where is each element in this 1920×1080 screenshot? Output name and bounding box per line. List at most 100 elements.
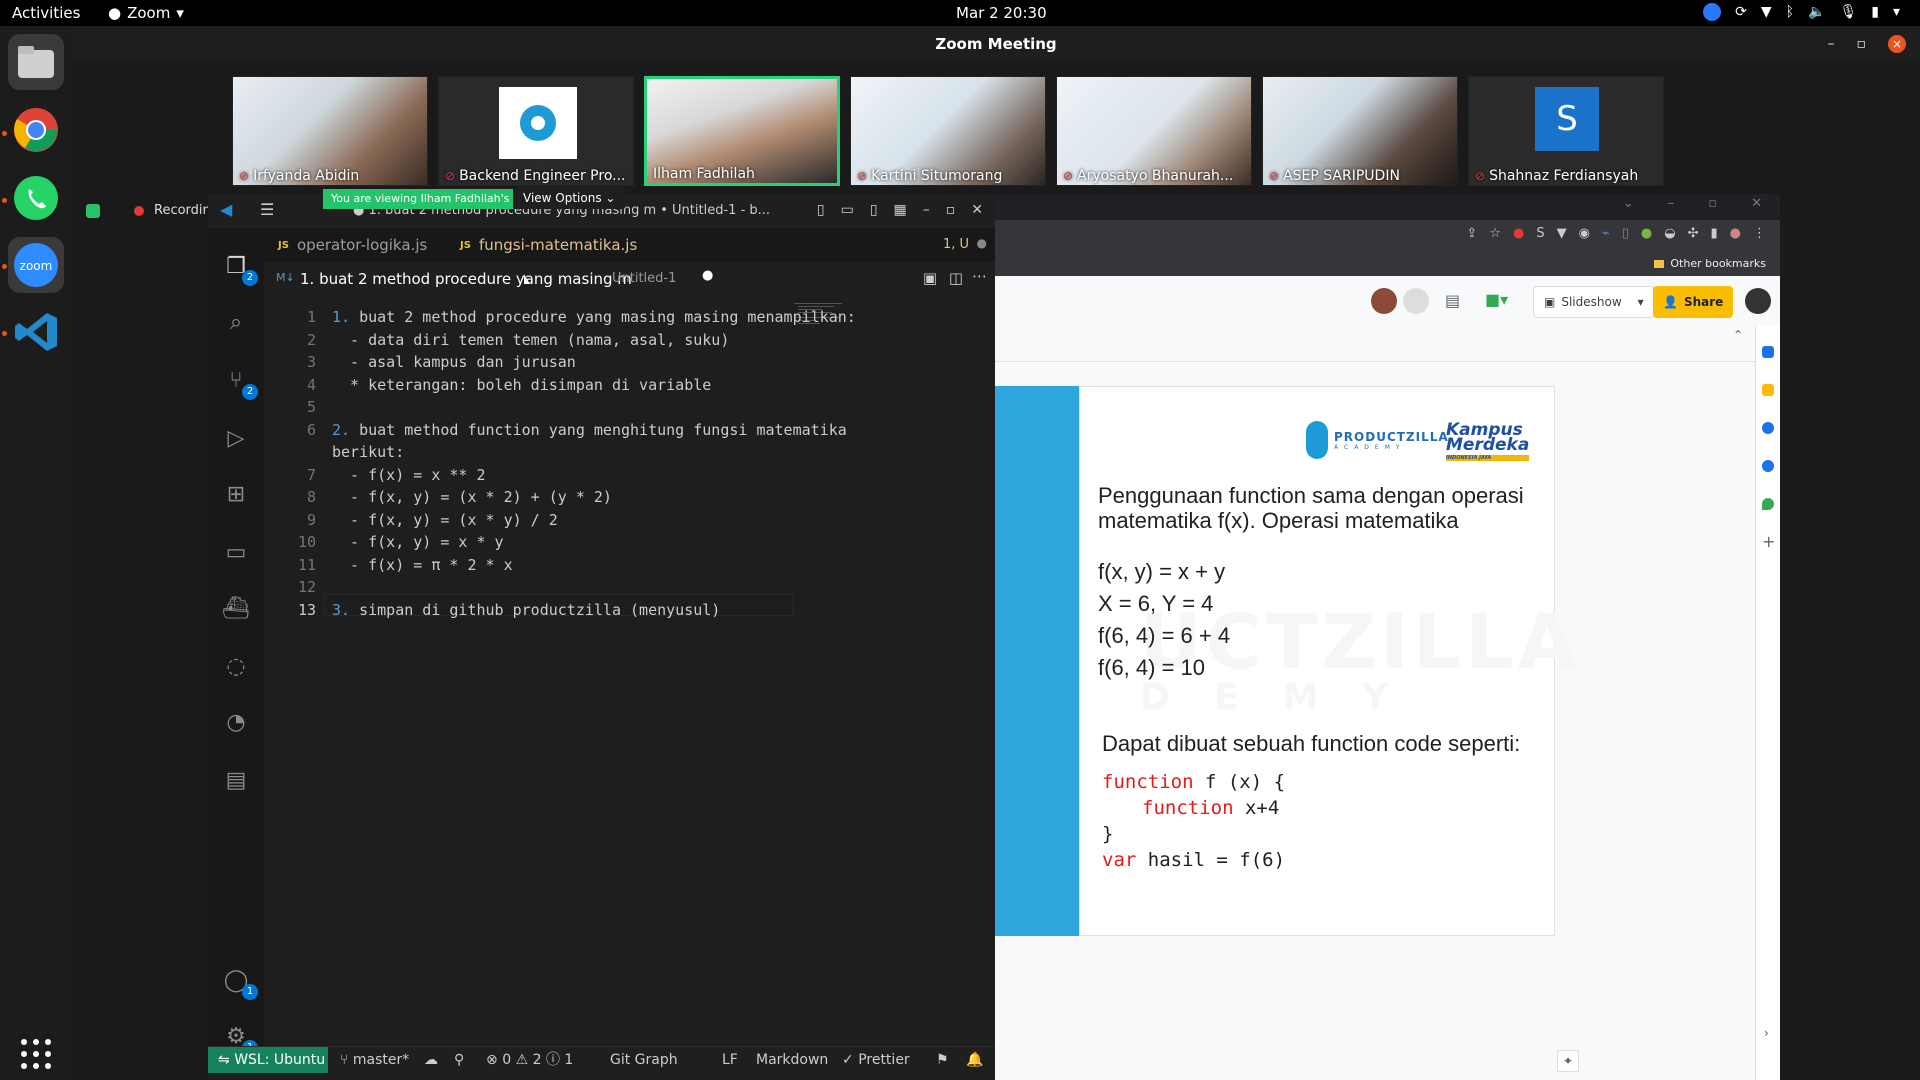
expand-panel-icon[interactable]: ›	[1764, 1026, 1769, 1040]
system-tray[interactable]: ⟳ ▼ ᛒ 🔈 🎙 ▮ ▾	[1703, 3, 1900, 21]
code-line[interactable]: 4 * keterangan: boleh disimpan di variab…	[264, 374, 964, 396]
account-avatar[interactable]	[1745, 288, 1771, 314]
code-line[interactable]: 8 - f(x, y) = (x * 2) + (y * 2)	[264, 486, 964, 508]
battery-icon[interactable]: ▮	[1871, 4, 1879, 20]
extensions-puzzle-icon[interactable]: ✣	[1688, 226, 1699, 241]
participant-tile[interactable]: ⊘ ASEP SARIPUDIN	[1262, 76, 1458, 186]
maps-icon[interactable]	[1762, 498, 1774, 510]
participant-tile[interactable]: S ⊘ Shahnaz Ferdiansyah	[1468, 76, 1664, 186]
clock[interactable]: Mar 2 20:30	[956, 4, 1047, 22]
avatar[interactable]	[1371, 288, 1397, 314]
tasks-icon[interactable]	[1762, 422, 1774, 434]
calendar-icon[interactable]	[1762, 346, 1774, 358]
recording-indicator[interactable]: Recording	[86, 203, 219, 218]
code-line[interactable]: berikut:	[264, 441, 964, 463]
extension-icon[interactable]: ⌁	[1602, 226, 1610, 241]
code-line[interactable]: 9 - f(x, y) = (x * y) / 2	[264, 509, 964, 531]
chrome-icon[interactable]	[8, 102, 64, 158]
add-addon-icon[interactable]: +	[1762, 532, 1775, 551]
extension-icon[interactable]: ▯	[1622, 226, 1629, 241]
sync-icon[interactable]: ⟳	[1735, 4, 1747, 20]
maximize-icon[interactable]: ▫	[1708, 196, 1717, 211]
docker-icon[interactable]: ⛴	[222, 594, 250, 622]
code-line[interactable]: 2 - data diri temen temen (nama, asal, s…	[264, 329, 964, 351]
extensions-icon[interactable]: ⊞	[222, 480, 250, 508]
source-control-icon[interactable]: ⑂ 2	[222, 366, 258, 400]
participant-tile-active-speaker[interactable]: Ilham Fadhilah	[644, 76, 840, 186]
code-line[interactable]: 1 1. buat 2 method procedure yang masing …	[264, 306, 964, 328]
live-share-status-icon[interactable]: ⚲	[454, 1047, 464, 1073]
extension-icon[interactable]: ◒	[1664, 226, 1675, 241]
extension-icon[interactable]: S	[1536, 226, 1544, 241]
close-icon[interactable]: ✕	[1751, 196, 1762, 211]
search-icon[interactable]: ⌕	[222, 308, 250, 336]
slide[interactable]: UCTZILLA DEMY PRODUCTZILLA ACADEMY Kampu…	[1079, 386, 1576, 936]
code-line[interactable]: 7 - f(x) = x ** 2	[264, 464, 964, 486]
profile-avatar[interactable]: ●	[1730, 226, 1741, 241]
participant-tile[interactable]: ⊘ Irfyanda Abidin	[232, 76, 428, 186]
maximize-icon[interactable]: ▫	[1857, 26, 1867, 62]
problems-indicator[interactable]: ⊗ 0 ⚠ 2 ⓘ 1	[486, 1047, 573, 1073]
feedback-icon[interactable]: ⚑	[936, 1047, 949, 1073]
bookmark-star-icon[interactable]: ☆	[1489, 226, 1501, 241]
notifications-bell-icon[interactable]: 🔔	[966, 1047, 983, 1073]
participant-tile[interactable]: ⊘ Aryosatyo Bhanurah...	[1056, 76, 1252, 186]
toggle-secondary-sidebar-icon[interactable]: ▯	[870, 202, 878, 218]
share-button[interactable]: 👤 Share	[1653, 286, 1734, 318]
eol-indicator[interactable]: LF	[722, 1047, 738, 1073]
extension-icon[interactable]: ◉	[1579, 226, 1590, 241]
run-debug-icon[interactable]: ▷	[222, 424, 250, 452]
notebook-icon[interactable]: ▤	[222, 766, 250, 794]
toggle-panel-icon[interactable]: ▭	[841, 202, 854, 218]
collaborator-avatars[interactable]	[1371, 288, 1429, 314]
code-editor[interactable]: 1 1. buat 2 method procedure yang masing …	[264, 302, 1051, 1046]
slideshow-button[interactable]: ▣ Slideshow ▾	[1533, 286, 1655, 318]
code-line[interactable]: 6 2. buat method function yang menghitung…	[264, 419, 964, 441]
more-actions-icon[interactable]: ⋯	[972, 267, 987, 285]
close-icon[interactable]: ✕	[971, 202, 983, 218]
zoom-dock-icon[interactable]: zoom	[8, 237, 64, 293]
security-shield-icon[interactable]	[86, 203, 100, 218]
code-line[interactable]: 12	[264, 576, 964, 598]
explore-icon[interactable]: ✦	[1557, 1050, 1579, 1072]
avatar[interactable]	[1403, 288, 1429, 314]
remote-indicator[interactable]: ⇋ WSL: Ubuntu	[208, 1047, 328, 1073]
view-options-button[interactable]: View Options ⌄	[513, 187, 626, 209]
sync-icon[interactable]: ☁	[424, 1047, 438, 1073]
meet-icon[interactable]: ■▾	[1485, 290, 1508, 309]
minimize-icon[interactable]: –	[1828, 26, 1835, 62]
activities-button[interactable]: Activities	[12, 4, 80, 22]
live-share-icon[interactable]: ◌	[222, 652, 250, 680]
maximize-icon[interactable]: ▫	[946, 202, 956, 218]
other-bookmarks[interactable]: Other bookmarks	[1654, 257, 1766, 270]
customize-layout-icon[interactable]: ▦	[894, 202, 907, 218]
participant-tile[interactable]: ⊘ Kartini Situmorang	[850, 76, 1046, 186]
bluetooth-icon[interactable]: ᛒ	[1786, 4, 1794, 20]
more-menu-icon[interactable]: ⋮	[1753, 226, 1766, 241]
extension-icon[interactable]: ●	[1641, 226, 1652, 241]
prettier-status[interactable]: ✓ Prettier	[842, 1047, 910, 1073]
tab-operator-logika[interactable]: JS operator-logika.js	[264, 228, 441, 262]
tab-search-icon[interactable]: ⌄	[1623, 196, 1634, 211]
side-panel-icon[interactable]: ▮	[1711, 226, 1718, 241]
minimize-icon[interactable]: –	[1668, 196, 1675, 211]
editor-tab-active[interactable]: M↓ 1. buat 2 method procedure yang masin…	[264, 262, 995, 296]
collapse-chevron-icon[interactable]: ⌃	[1733, 328, 1743, 342]
explorer-icon[interactable]: ❐ 2	[222, 252, 258, 286]
toggle-sidebar-icon[interactable]: ▯	[817, 202, 825, 218]
files-icon[interactable]	[8, 34, 64, 90]
remote-explorer-icon[interactable]: ▭	[222, 538, 250, 566]
participant-tile[interactable]: ⊘ Backend Engineer Pro...	[438, 76, 634, 186]
language-mode[interactable]: Markdown	[756, 1047, 828, 1073]
git-graph-button[interactable]: Git Graph	[610, 1047, 678, 1073]
code-line[interactable]: 13 3. simpan di github productzilla (meny…	[264, 599, 964, 621]
zoom-tray-icon[interactable]	[1703, 3, 1722, 21]
extension-icon[interactable]: ▼	[1557, 226, 1567, 241]
unsaved-dot-icon[interactable]: ●	[977, 236, 987, 250]
share-page-icon[interactable]: ⇪	[1466, 226, 1477, 241]
git-graph-icon[interactable]: ◔	[222, 708, 250, 736]
volume-icon[interactable]: 🔈	[1808, 4, 1825, 20]
menu-icon[interactable]: ☰	[260, 200, 274, 219]
code-line[interactable]: 11 - f(x) = π * 2 * x	[264, 554, 964, 576]
code-line[interactable]: 3 - asal kampus dan jurusan	[264, 351, 964, 373]
